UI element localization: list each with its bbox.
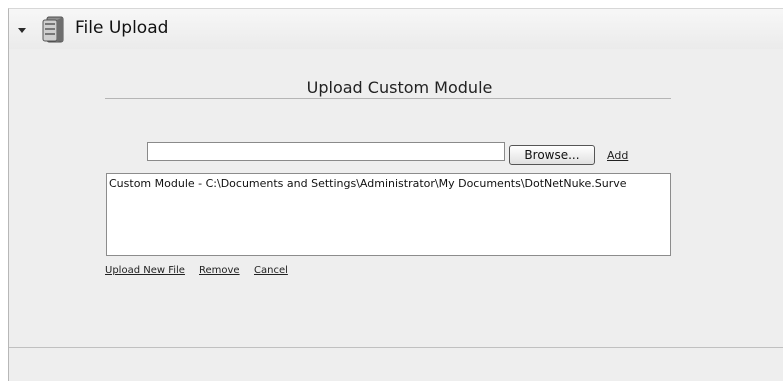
module-title-bar: File Upload: [9, 9, 783, 49]
file-path-input[interactable]: [147, 142, 505, 161]
collapse-arrow-icon[interactable]: [18, 28, 26, 33]
file-list-item[interactable]: Custom Module - C:\Documents and Setting…: [109, 177, 627, 190]
heading-divider: [105, 98, 671, 99]
remove-link[interactable]: Remove: [199, 265, 240, 276]
upload-new-file-link[interactable]: Upload New File: [105, 265, 185, 276]
bottom-divider: [9, 347, 783, 348]
file-upload-icon: [41, 15, 67, 44]
page-heading: Upload Custom Module: [306, 78, 493, 97]
module-title: File Upload: [75, 18, 169, 38]
cancel-link[interactable]: Cancel: [254, 265, 288, 276]
browse-button[interactable]: Browse...: [509, 145, 595, 165]
module-container: File Upload Upload Custom Module Browse.…: [8, 8, 783, 381]
file-list[interactable]: Custom Module - C:\Documents and Setting…: [106, 173, 671, 256]
add-link[interactable]: Add: [607, 149, 628, 162]
